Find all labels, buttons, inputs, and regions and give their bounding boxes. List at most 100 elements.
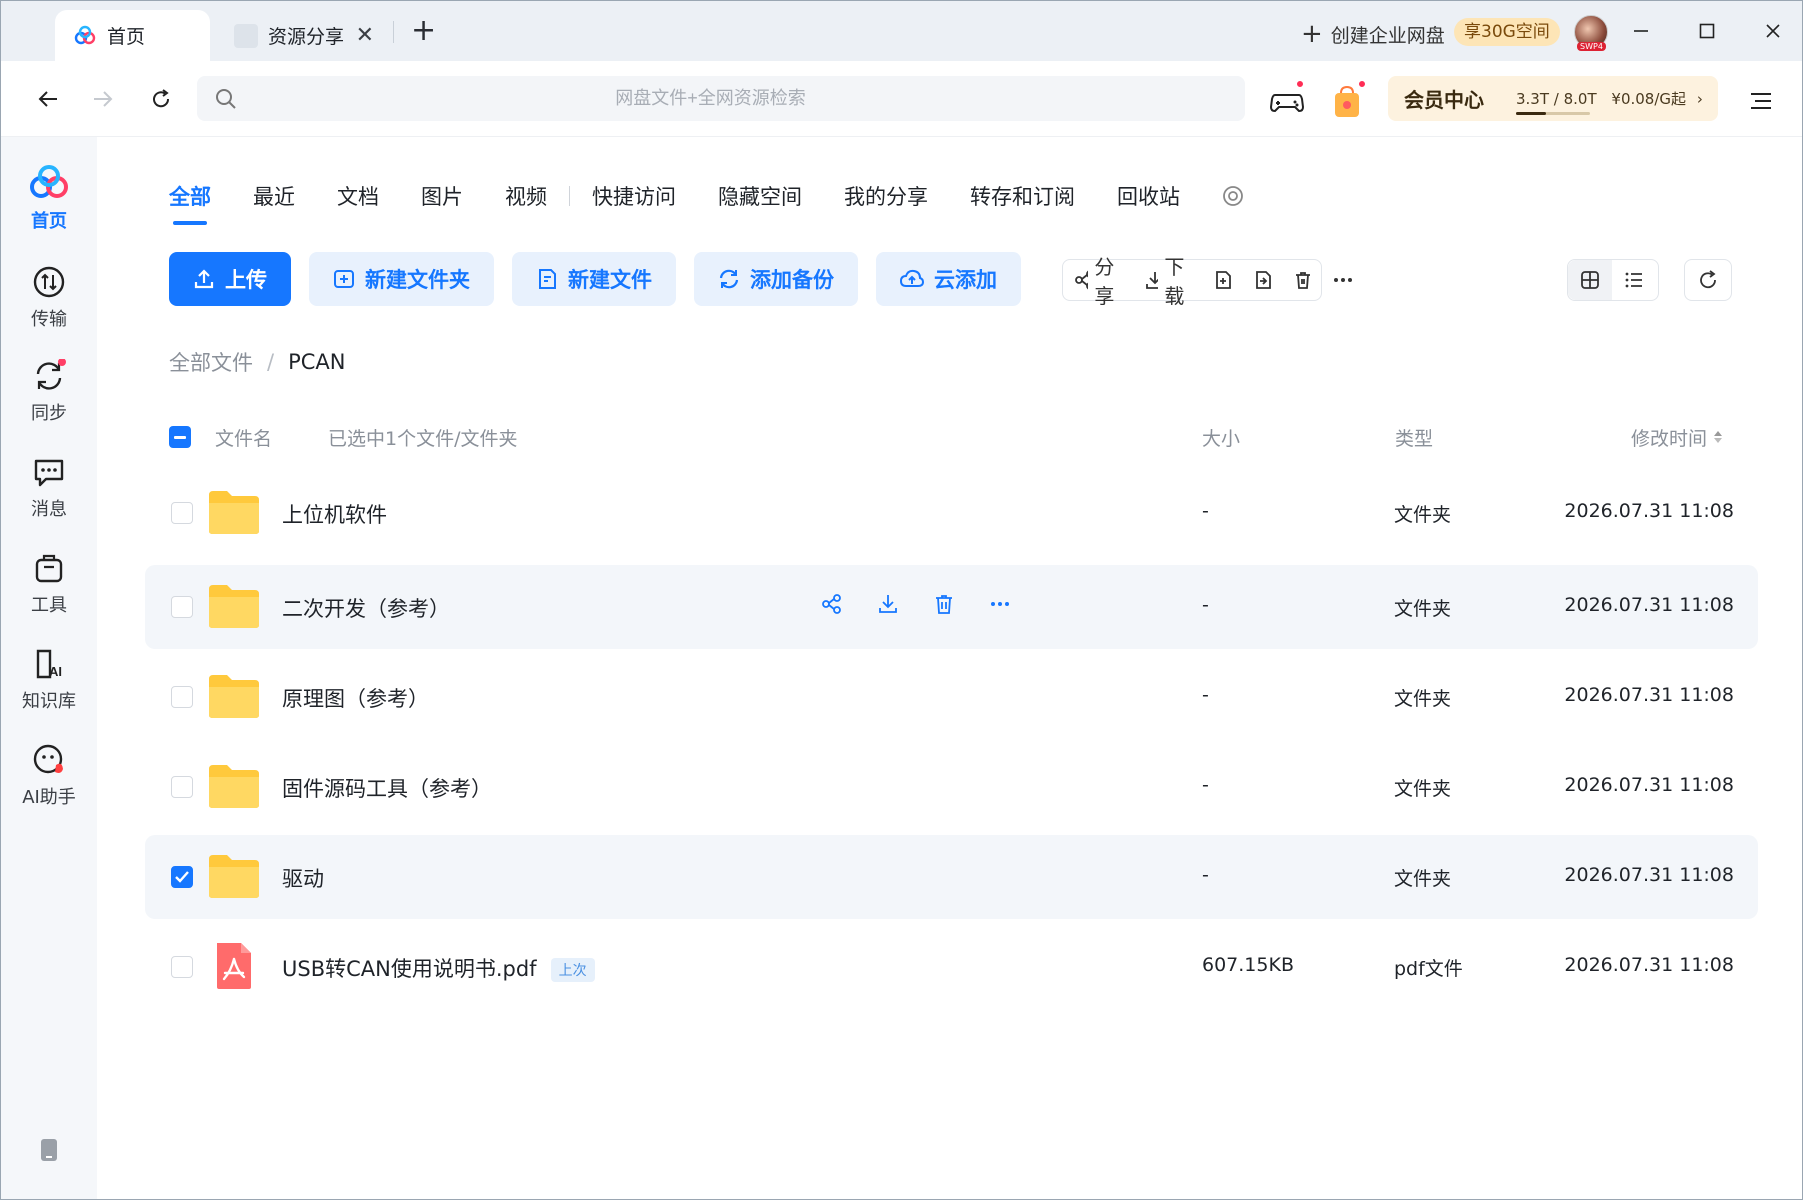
file-modified-time: 2026.07.31 11:08: [1564, 500, 1734, 522]
category-tabs: 全部 最近 文档 图片 视频 快捷访问 隐藏空间 我的分享 转存和订阅 回收站: [169, 181, 1244, 225]
tab-transfer-subscribe[interactable]: 转存和订阅: [970, 181, 1075, 211]
sidebar-item-messages[interactable]: 消息: [1, 455, 97, 521]
row-checkbox[interactable]: [171, 776, 193, 798]
list-view-button[interactable]: [1612, 260, 1656, 300]
select-all-checkbox[interactable]: [169, 426, 191, 448]
row-download-button[interactable]: [875, 591, 901, 617]
new-file-icon: [539, 269, 556, 289]
search-bar[interactable]: [197, 76, 1245, 121]
tab-recent[interactable]: 最近: [253, 181, 295, 211]
table-row[interactable]: USB转CAN使用说明书.pdf 上次 607.15KB pdf文件 2026.0…: [145, 925, 1758, 1009]
file-size: -: [1202, 864, 1209, 886]
close-window-button[interactable]: [1753, 13, 1793, 49]
avatar-badge: SWP4: [1577, 42, 1606, 51]
header-time[interactable]: 修改时间: [1631, 424, 1723, 451]
search-input[interactable]: [236, 88, 1245, 109]
grid-view-button[interactable]: [1568, 260, 1612, 300]
tab-all[interactable]: 全部: [169, 181, 211, 225]
member-center-button[interactable]: 会员中心 3.3T / 8.0T ¥0.08/G起 ›: [1388, 76, 1718, 121]
move-file-icon: [1256, 271, 1271, 289]
cloud-logo-icon: [74, 25, 96, 44]
refresh-button[interactable]: [141, 79, 181, 119]
sidebar-item-label: AI助手: [22, 787, 76, 808]
sidebar-item-transfer[interactable]: 传输: [1, 265, 97, 331]
avatar[interactable]: SWP4: [1574, 15, 1608, 51]
add-backup-button[interactable]: 添加备份: [694, 252, 858, 306]
back-button[interactable]: [28, 79, 68, 119]
tab-settings-icon[interactable]: [1222, 185, 1244, 207]
more-button[interactable]: [1323, 260, 1363, 300]
sidebar-item-label: 传输: [31, 309, 67, 330]
selection-count: 已选中1个文件/文件夹: [328, 427, 518, 450]
file-name[interactable]: 驱动: [282, 863, 324, 893]
menu-button[interactable]: [1741, 81, 1781, 121]
gift-button[interactable]: [1327, 79, 1367, 121]
download-button[interactable]: 下载: [1133, 255, 1203, 308]
row-checkbox[interactable]: [171, 686, 193, 708]
sidebar-item-home[interactable]: 首页: [1, 165, 97, 233]
file-name[interactable]: 上位机软件: [282, 499, 387, 529]
move-button[interactable]: [1243, 260, 1283, 300]
row-checkbox[interactable]: [171, 502, 193, 524]
row-share-button[interactable]: [819, 591, 845, 617]
file-name[interactable]: 二次开发（参考）: [282, 593, 450, 623]
row-checkbox[interactable]: [171, 596, 193, 618]
action-bar: 上传 新建文件夹 新建文件 添加备份 云添加: [169, 252, 1021, 306]
new-tab-plus-icon[interactable]: +: [411, 13, 436, 48]
delete-button[interactable]: [1283, 260, 1323, 300]
game-button[interactable]: [1267, 79, 1307, 121]
cloud-add-label: 云添加: [934, 268, 997, 292]
row-more-button[interactable]: [987, 591, 1013, 617]
table-row[interactable]: 二次开发（参考） - 文件夹 2026.07.31 11:08: [145, 565, 1758, 649]
header-type[interactable]: 类型: [1395, 424, 1433, 451]
sidebar-phone-button[interactable]: [1, 1137, 97, 1163]
tab-images[interactable]: 图片: [421, 181, 463, 211]
row-checkbox[interactable]: [171, 956, 193, 978]
file-name[interactable]: USB转CAN使用说明书.pdf 上次: [282, 953, 595, 983]
table-row[interactable]: 上位机软件 - 文件夹 2026.07.31 11:08: [145, 471, 1758, 555]
file-name[interactable]: 固件源码工具（参考）: [282, 773, 492, 803]
header-size[interactable]: 大小: [1202, 424, 1240, 451]
tab-resource-share[interactable]: 资源分享 ✕: [226, 10, 386, 61]
sidebar-item-ai-assistant[interactable]: AI助手: [1, 743, 97, 809]
file-modified-time: 2026.07.31 11:08: [1564, 594, 1734, 616]
arrow-right-icon: [94, 91, 113, 107]
new-file-button[interactable]: 新建文件: [512, 252, 676, 306]
maximize-button[interactable]: [1687, 13, 1727, 49]
tab-home[interactable]: 首页: [55, 10, 210, 61]
tab-documents[interactable]: 文档: [337, 181, 379, 211]
table-row[interactable]: 原理图（参考） - 文件夹 2026.07.31 11:08: [145, 655, 1758, 739]
hamburger-menu-icon: [1751, 93, 1771, 109]
promo-badge[interactable]: 享30G空间: [1454, 18, 1560, 46]
tab-videos[interactable]: 视频: [505, 181, 547, 211]
file-modified-time: 2026.07.31 11:08: [1564, 954, 1734, 976]
trash-icon: [1296, 272, 1310, 289]
tab-recycle-bin[interactable]: 回收站: [1117, 181, 1180, 211]
tab-close-icon[interactable]: ✕: [356, 23, 374, 48]
toolbox-icon: [35, 554, 63, 583]
share-icon: [822, 594, 841, 614]
sidebar-item-tools[interactable]: 工具: [1, 551, 97, 617]
row-delete-button[interactable]: [931, 591, 957, 617]
tab-my-shares[interactable]: 我的分享: [844, 181, 928, 211]
table-row[interactable]: 固件源码工具（参考） - 文件夹 2026.07.31 11:08: [145, 745, 1758, 829]
file-name[interactable]: 原理图（参考）: [282, 683, 429, 713]
trash-icon: [936, 595, 952, 614]
tab-hidden-space[interactable]: 隐藏空间: [718, 181, 802, 211]
sidebar-item-knowledge[interactable]: AI 知识库: [1, 647, 97, 713]
minimize-button[interactable]: [1621, 13, 1661, 49]
row-checkbox-checked[interactable]: [171, 866, 193, 888]
sidebar-item-sync[interactable]: 同步: [1, 359, 97, 425]
cloud-add-button[interactable]: 云添加: [876, 252, 1021, 306]
copy-button[interactable]: [1203, 260, 1243, 300]
create-enterprise-button[interactable]: + 创建企业网盘: [1301, 19, 1445, 49]
new-folder-button[interactable]: 新建文件夹: [309, 252, 494, 306]
forward-button[interactable]: [83, 79, 123, 119]
tab-quick-access[interactable]: 快捷访问: [592, 181, 676, 211]
checkmark-icon: [175, 871, 189, 883]
share-button[interactable]: 分享: [1063, 255, 1133, 308]
refresh-list-button[interactable]: [1684, 259, 1732, 301]
table-row[interactable]: 驱动 - 文件夹 2026.07.31 11:08: [145, 835, 1758, 919]
breadcrumb-root[interactable]: 全部文件: [169, 347, 253, 377]
upload-button[interactable]: 上传: [169, 252, 291, 306]
